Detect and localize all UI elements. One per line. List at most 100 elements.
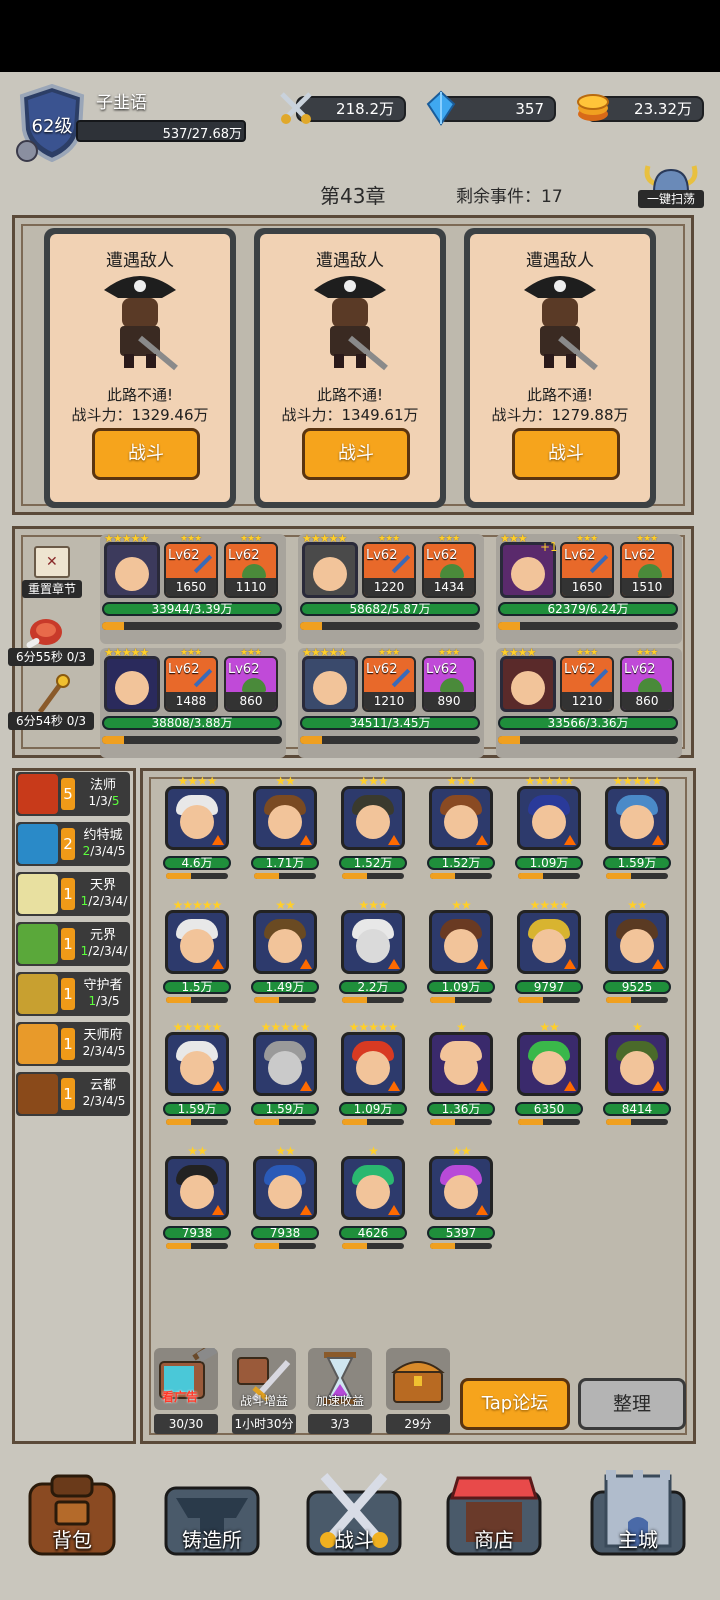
hero-card[interactable]: ★★★ 1.52万 xyxy=(426,774,496,879)
armor-value: 1510 xyxy=(622,578,672,596)
nav-shop[interactable]: 商店 xyxy=(444,1468,544,1576)
weapon-slot[interactable]: ★★★ Lv62 1220 xyxy=(362,534,416,598)
tap-forum-button[interactable]: Tap论坛 xyxy=(460,1378,570,1430)
hero-card[interactable]: ★★ 7938 xyxy=(162,1144,232,1249)
fight-button[interactable]: 战斗 xyxy=(302,428,410,480)
hero-progress-bar xyxy=(342,997,404,1003)
weapon-slot[interactable]: ★★★ Lv62 1488 xyxy=(164,648,218,712)
team-slot[interactable]: ★★★★★ ★★★ Lv62 1220 ★★★ Lv62 1434 58682/5.87万 xyxy=(298,532,484,644)
hero-progress-bar xyxy=(166,1119,228,1125)
hero-card[interactable]: ★★ 1.09万 xyxy=(426,898,496,1003)
fight-button[interactable]: 战斗 xyxy=(512,428,620,480)
hero-card[interactable]: ★★★★★ 1.09万 xyxy=(514,774,584,879)
upgrade-arrow-icon xyxy=(652,959,664,969)
hero-face xyxy=(313,671,347,705)
hero-portrait xyxy=(429,786,493,850)
hero-portrait[interactable] xyxy=(104,656,160,712)
hero-face xyxy=(180,805,214,839)
weapon-slot[interactable]: ★★★ Lv62 1650 xyxy=(164,534,218,598)
armor-slot[interactable]: ★★★ Lv62 1110 xyxy=(224,534,278,598)
armor-level: Lv62 xyxy=(426,548,458,563)
nav-battle[interactable]: 战斗 xyxy=(304,1468,404,1576)
helmet-icon xyxy=(440,564,464,578)
nav-city-label: 主城 xyxy=(618,1528,658,1552)
upgrade-arrow-icon xyxy=(476,959,488,969)
nav-city[interactable]: 主城 xyxy=(588,1468,688,1576)
hero-card[interactable]: ★★★★ 4.6万 xyxy=(162,774,232,879)
weapon-slot[interactable]: ★★★ Lv62 1650 xyxy=(560,534,614,598)
organize-button[interactable]: 整理 xyxy=(578,1378,686,1430)
hero-card[interactable]: ★★ 7938 xyxy=(250,1144,320,1249)
hero-portrait xyxy=(165,910,229,974)
armor-slot[interactable]: ★★★ Lv62 860 xyxy=(224,648,278,712)
gold-coins-icon xyxy=(576,92,610,124)
pirate-enemy-icon xyxy=(310,268,390,372)
hero-power: 1.59万 xyxy=(163,1102,231,1116)
weapon-slot[interactable]: ★★★ Lv62 1210 xyxy=(560,648,614,712)
enemy-card[interactable]: 遭遇敌人 此路不通! 战斗力：1349.61万 战斗 xyxy=(254,228,446,508)
remaining-events: 剩余事件：17 xyxy=(456,187,563,207)
team-slot[interactable]: ★★★★ ★★★ Lv62 1210 ★★★ Lv62 860 33566/3.36万 xyxy=(496,646,682,758)
sweep-button[interactable]: 一键扫荡 xyxy=(638,162,704,210)
hero-stars: ★★ xyxy=(187,1144,208,1158)
hero-stars: ★★★★★ xyxy=(302,532,347,545)
armor-slot[interactable]: ★★★ Lv62 1434 xyxy=(422,534,476,598)
hero-card[interactable]: ★ 8414 xyxy=(602,1020,672,1125)
armor-value: 860 xyxy=(622,692,672,710)
hero-face xyxy=(268,1051,302,1085)
hero-card[interactable]: ★★★★ 9797 xyxy=(514,898,584,1003)
hero-portrait[interactable] xyxy=(302,542,358,598)
hero-face xyxy=(268,929,302,963)
team-slot[interactable]: ★★★ +1 ★★★ Lv62 1650 ★★★ Lv62 1510 62379/6.24万 xyxy=(496,532,682,644)
armor-slot[interactable]: ★★★ Lv62 1510 xyxy=(620,534,674,598)
hero-card[interactable]: ★ 1.36万 xyxy=(426,1020,496,1125)
game-screen: 62级 子韭语 537/27.68万 218.2万 357 23.32万 第43… xyxy=(0,72,720,1600)
hero-portrait[interactable] xyxy=(104,542,160,598)
hero-card[interactable]: ★★ 1.49万 xyxy=(250,898,320,1003)
hero-card[interactable]: ★★★★★ 1.09万 xyxy=(338,1020,408,1125)
hero-portrait xyxy=(253,910,317,974)
hero-card[interactable]: ★★ 5397 xyxy=(426,1144,496,1249)
upgrade-arrow-icon xyxy=(652,1081,664,1091)
team-slot[interactable]: ★★★★★ ★★★ Lv62 1650 ★★★ Lv62 1110 33944/3.39万 xyxy=(100,532,286,644)
armor-slot[interactable]: ★★★ Lv62 890 xyxy=(422,648,476,712)
hero-card[interactable]: ★★ 9525 xyxy=(602,898,672,1003)
weapon-slot[interactable]: ★★★ Lv62 1210 xyxy=(362,648,416,712)
hero-card[interactable]: ★★ 6350 xyxy=(514,1020,584,1125)
hero-stars: ★ xyxy=(368,1144,379,1158)
upgrade-arrow-icon xyxy=(476,1081,488,1091)
team-slot[interactable]: ★★★★★ ★★★ Lv62 1210 ★★★ Lv62 890 34511/3.45万 xyxy=(298,646,484,758)
hero-face xyxy=(444,929,478,963)
enemy-card[interactable]: 遭遇敌人 此路不通! 战斗力：1279.88万 战斗 xyxy=(464,228,656,508)
reset-chapter-label: 重置章节 xyxy=(22,580,82,598)
hero-card[interactable]: ★ 4626 xyxy=(338,1144,408,1249)
upgrade-arrow-icon xyxy=(300,1081,312,1091)
hero-face xyxy=(620,1051,654,1085)
hero-face xyxy=(115,557,149,591)
meat-icon[interactable] xyxy=(24,616,64,652)
hero-portrait[interactable] xyxy=(302,656,358,712)
hero-card[interactable]: ★★★★★ 1.5万 xyxy=(162,898,232,1003)
hero-progress-bar xyxy=(430,1119,492,1125)
hero-card[interactable]: ★★ 1.71万 xyxy=(250,774,320,879)
hero-card[interactable]: ★★★ 1.52万 xyxy=(338,774,408,879)
hero-card[interactable]: ★★★★★ 1.59万 xyxy=(162,1020,232,1125)
enemy-card[interactable]: 遭遇敌人 此路不通! 战斗力：1329.46万 战斗 xyxy=(44,228,236,508)
hero-stars: ★★ xyxy=(451,898,472,912)
power-value: 218.2万 xyxy=(336,100,394,118)
nav-bag[interactable]: 背包 xyxy=(22,1468,122,1576)
hero-card[interactable]: ★★★★★ 1.59万 xyxy=(602,774,672,879)
hero-portrait xyxy=(165,1032,229,1096)
nav-forge[interactable]: 铸造所 xyxy=(162,1468,262,1576)
team-slot[interactable]: ★★★★★ ★★★ Lv62 1488 ★★★ Lv62 860 38808/3.88万 xyxy=(100,646,286,758)
fight-button[interactable]: 战斗 xyxy=(92,428,200,480)
hero-card[interactable]: ★★★★★ 1.59万 xyxy=(250,1020,320,1125)
speed-income-count: 3/3 xyxy=(308,1414,372,1434)
hero-card[interactable]: ★★★ 2.2万 xyxy=(338,898,408,1003)
armor-stars: ★★★ xyxy=(636,648,658,658)
reset-chapter-button[interactable]: ✕ 重置章节 xyxy=(22,546,82,604)
staff-icon[interactable] xyxy=(34,674,70,714)
armor-slot[interactable]: ★★★ Lv62 860 xyxy=(620,648,674,712)
settings-gear-icon[interactable] xyxy=(16,140,38,162)
hero-portrait[interactable] xyxy=(500,656,556,712)
